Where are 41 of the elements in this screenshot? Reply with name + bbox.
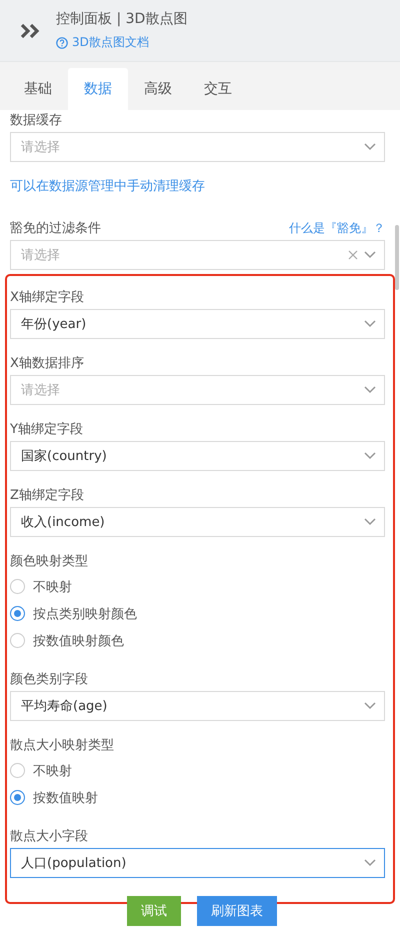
panel-title: 控制面板 | 3D散点图 <box>56 10 188 28</box>
field-label: Y轴绑定字段 <box>10 422 83 438</box>
field-label: 散点大小映射类型 <box>10 738 114 754</box>
select-field[interactable]: 年份(year) <box>10 309 385 339</box>
field-label: 数据缓存 <box>10 113 62 129</box>
select-field[interactable]: 收入(income) <box>10 507 385 537</box>
select-field[interactable]: 人口(population) <box>10 848 385 878</box>
chevron-down-icon <box>364 452 376 460</box>
field-label: 颜色映射类型 <box>10 554 88 570</box>
radio-button[interactable] <box>10 606 25 621</box>
radio-button[interactable] <box>10 579 25 594</box>
select-field[interactable]: 国家(country) <box>10 441 385 471</box>
chevron-down-icon <box>364 386 376 394</box>
radio-label[interactable]: 按数值映射 <box>33 788 98 806</box>
chevron-down-icon <box>364 859 376 867</box>
scrollbar[interactable] <box>395 225 399 290</box>
chevron-down-icon <box>364 251 376 259</box>
field-label: X轴数据排序 <box>10 356 84 372</box>
chevron-down-icon <box>364 320 376 328</box>
field-label: Z轴绑定字段 <box>10 488 84 504</box>
tab[interactable]: 交互 <box>188 68 248 110</box>
field-label: 豁免的过滤条件 <box>10 220 101 236</box>
double-chevron-icon[interactable] <box>20 22 40 38</box>
radio-button[interactable] <box>10 790 25 805</box>
field-label: 颜色类别字段 <box>10 672 88 688</box>
field-label: X轴绑定字段 <box>10 290 84 306</box>
radio-label[interactable]: 按数值映射颜色 <box>33 632 124 650</box>
chevron-down-icon <box>364 518 376 526</box>
clear-icon[interactable] <box>348 250 358 260</box>
radio-label[interactable]: 不映射 <box>33 578 72 596</box>
chevron-down-icon <box>364 702 376 710</box>
radio-button[interactable] <box>10 763 25 778</box>
tab[interactable]: 高级 <box>128 68 188 110</box>
field-label: 散点大小字段 <box>10 829 88 845</box>
select-field[interactable]: 平均寿命(age) <box>10 691 385 721</box>
tab[interactable]: 基础 <box>8 68 68 110</box>
chevron-down-icon <box>364 143 376 151</box>
radio-button[interactable] <box>10 633 25 648</box>
help-icon <box>56 36 68 48</box>
radio-label[interactable]: 按点类别映射颜色 <box>33 604 137 622</box>
radio-label[interactable]: 不映射 <box>33 762 72 780</box>
